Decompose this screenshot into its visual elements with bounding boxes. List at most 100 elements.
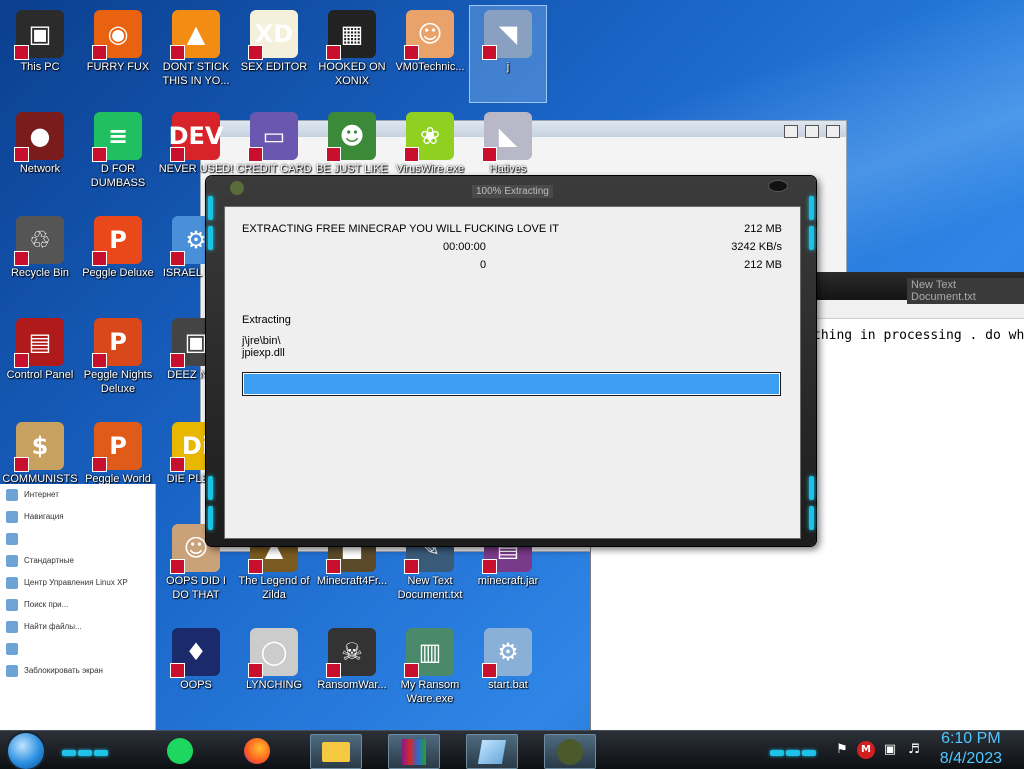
desktop-icon[interactable]: ♦ OOPS	[158, 624, 234, 720]
desktop-icon-label: DONT STICK THIS IN YO...	[162, 61, 230, 87]
volume-icon[interactable]: ♬	[905, 741, 923, 759]
desktop-icon[interactable]: ▤ Control Panel	[2, 314, 78, 410]
shortcut-badge-icon	[170, 251, 185, 266]
current-path: j\jre\bin\	[242, 335, 281, 347]
desktop-icon[interactable]: ◥ j	[469, 5, 547, 103]
current-file: jpiexp.dll	[242, 347, 285, 359]
desktop-icon[interactable]: XD SEX EDITOR	[236, 6, 312, 102]
app-icon: ▣	[14, 10, 64, 60]
explorer-taskbar-button[interactable]	[310, 734, 362, 769]
accent-led	[208, 196, 213, 220]
firefox-icon	[244, 737, 270, 764]
winrar-taskbar-button[interactable]	[388, 734, 440, 769]
extraction-dialog[interactable]: 100% Extracting EXTRACTING FREE MINECRAP…	[206, 176, 816, 546]
app-icon: P	[92, 216, 142, 266]
desktop-icon[interactable]: ♲ Recycle Bin	[2, 212, 78, 308]
shortcut-badge-icon	[404, 45, 419, 60]
shortcut-badge-icon	[404, 147, 419, 162]
start-menu-item[interactable]: Интернет	[0, 484, 155, 506]
desktop-icon-label: New Text Document.txt	[397, 575, 463, 601]
app-icon: ☺	[404, 10, 454, 60]
extracted-size: 212 MB	[744, 259, 782, 271]
app-icon: ▭	[248, 112, 298, 162]
app-icon: ⚙	[482, 628, 532, 678]
shortcut-badge-icon	[14, 457, 29, 472]
network-icon[interactable]: ▣	[881, 741, 899, 759]
shortcut-badge-icon	[92, 45, 107, 60]
app-icon: ▥	[404, 628, 454, 678]
app-icon: ☠	[326, 628, 376, 678]
desktop-icon-label: Control Panel	[6, 369, 74, 381]
desktop-icon[interactable]: ▦ HOOKED ON XONIX	[314, 6, 390, 102]
start-menu[interactable]: Интернет Навигация Стандартные Центр Управл…	[0, 484, 156, 730]
start-menu-item[interactable]	[0, 638, 155, 660]
desktop-icon[interactable]: ▣ This PC	[2, 6, 78, 102]
desktop-icon-label: Peggle Deluxe	[82, 267, 154, 279]
shortcut-badge-icon	[482, 559, 497, 574]
desktop-icon[interactable]: ◉ FURRY FUX	[80, 6, 156, 102]
shortcut-badge-icon	[248, 663, 263, 678]
notepad-icon	[477, 739, 507, 764]
start-menu-item[interactable]: Навигация	[0, 506, 155, 528]
desktop-icon-label: FURRY FUX	[86, 61, 150, 73]
start-menu-item[interactable]	[0, 528, 155, 550]
desktop-icon[interactable]: P Peggle Nights Deluxe	[80, 314, 156, 410]
app-icon: ❀	[404, 112, 454, 162]
desktop-icon-label: OOPS DID I DO THAT	[166, 575, 226, 601]
start-menu-item[interactable]: Центр Управления Linux XP	[0, 572, 155, 594]
app-icon: DEV	[169, 112, 223, 162]
desktop-icon[interactable]: ≡ D FOR DUMBASS	[80, 108, 156, 204]
spotify-taskbar-button[interactable]	[155, 734, 205, 767]
app-icon: ♲	[14, 216, 64, 266]
desktop-icon[interactable]: ☠ RansomWar...	[314, 624, 390, 720]
accent-led	[208, 476, 213, 500]
firefox-taskbar-button[interactable]	[232, 734, 282, 767]
app-icon: ▦	[326, 10, 376, 60]
clock-time: 6:10 PM	[941, 730, 1001, 747]
start-menu-item[interactable]: Поиск при...	[0, 594, 155, 616]
desktop-icon-label: HOOKED ON XONIX	[318, 61, 386, 87]
shortcut-badge-icon	[248, 147, 263, 162]
accent-led	[809, 506, 814, 530]
shortcut-badge-icon	[170, 45, 185, 60]
desktop-icon-label: Peggle Nights Deluxe	[83, 369, 153, 395]
notepad-taskbar-button[interactable]	[466, 734, 518, 769]
desktop-icon-label: Recycle Bin	[10, 267, 70, 279]
close-button[interactable]	[768, 180, 788, 192]
shortcut-badge-icon	[482, 663, 497, 678]
start-menu-item[interactable]: Стандартные	[0, 550, 155, 572]
shortcut-badge-icon	[14, 353, 29, 368]
accent-led	[208, 506, 213, 530]
clock[interactable]: 6:10 PM 8/4/2023	[940, 729, 1002, 769]
clock-date: 8/4/2023	[939, 750, 1002, 767]
desktop-icon[interactable]: P Peggle Deluxe	[80, 212, 156, 308]
antivirus-icon[interactable]: M	[857, 741, 875, 759]
start-button[interactable]	[8, 733, 44, 769]
dialog-title: 100% Extracting	[472, 185, 553, 198]
desktop-icon[interactable]: ● Network	[2, 108, 78, 204]
app-icon: ●	[14, 112, 64, 162]
app-icon: ◯	[248, 628, 298, 678]
shortcut-badge-icon	[326, 45, 341, 60]
progress-fill	[243, 373, 780, 395]
desktop-icon-label: minecraft.jar	[477, 575, 539, 587]
status-label: Extracting	[242, 314, 291, 326]
app-icon: P	[92, 422, 142, 472]
desktop-icon-label: NEVER USED!	[158, 163, 234, 175]
desktop-icon[interactable]: ⚙ start.bat	[470, 624, 546, 720]
flag-icon[interactable]: ⚑	[833, 741, 851, 759]
accent-led	[809, 476, 814, 500]
notepad-text[interactable]: thing in processing . do wh	[813, 328, 1024, 343]
desktop-icon-label: This PC	[20, 61, 60, 73]
shortcut-badge-icon	[482, 45, 497, 60]
desktop-icon[interactable]: ☺ VM0Technic...	[392, 6, 468, 102]
desktop-icon[interactable]: ▥ My Ransom Ware.exe	[392, 624, 468, 720]
desktop-icon[interactable]: ▲ DONT STICK THIS IN YO...	[158, 6, 234, 102]
shortcut-badge-icon	[326, 663, 341, 678]
minecraft-taskbar-button[interactable]	[544, 734, 596, 769]
app-icon: ♦	[170, 628, 220, 678]
file-count: 0	[480, 259, 487, 271]
start-menu-item[interactable]: Заблокировать экран	[0, 660, 155, 682]
desktop-icon[interactable]: ◯ LYNCHING	[236, 624, 312, 720]
start-menu-item[interactable]: Найти файлы...	[0, 616, 155, 638]
